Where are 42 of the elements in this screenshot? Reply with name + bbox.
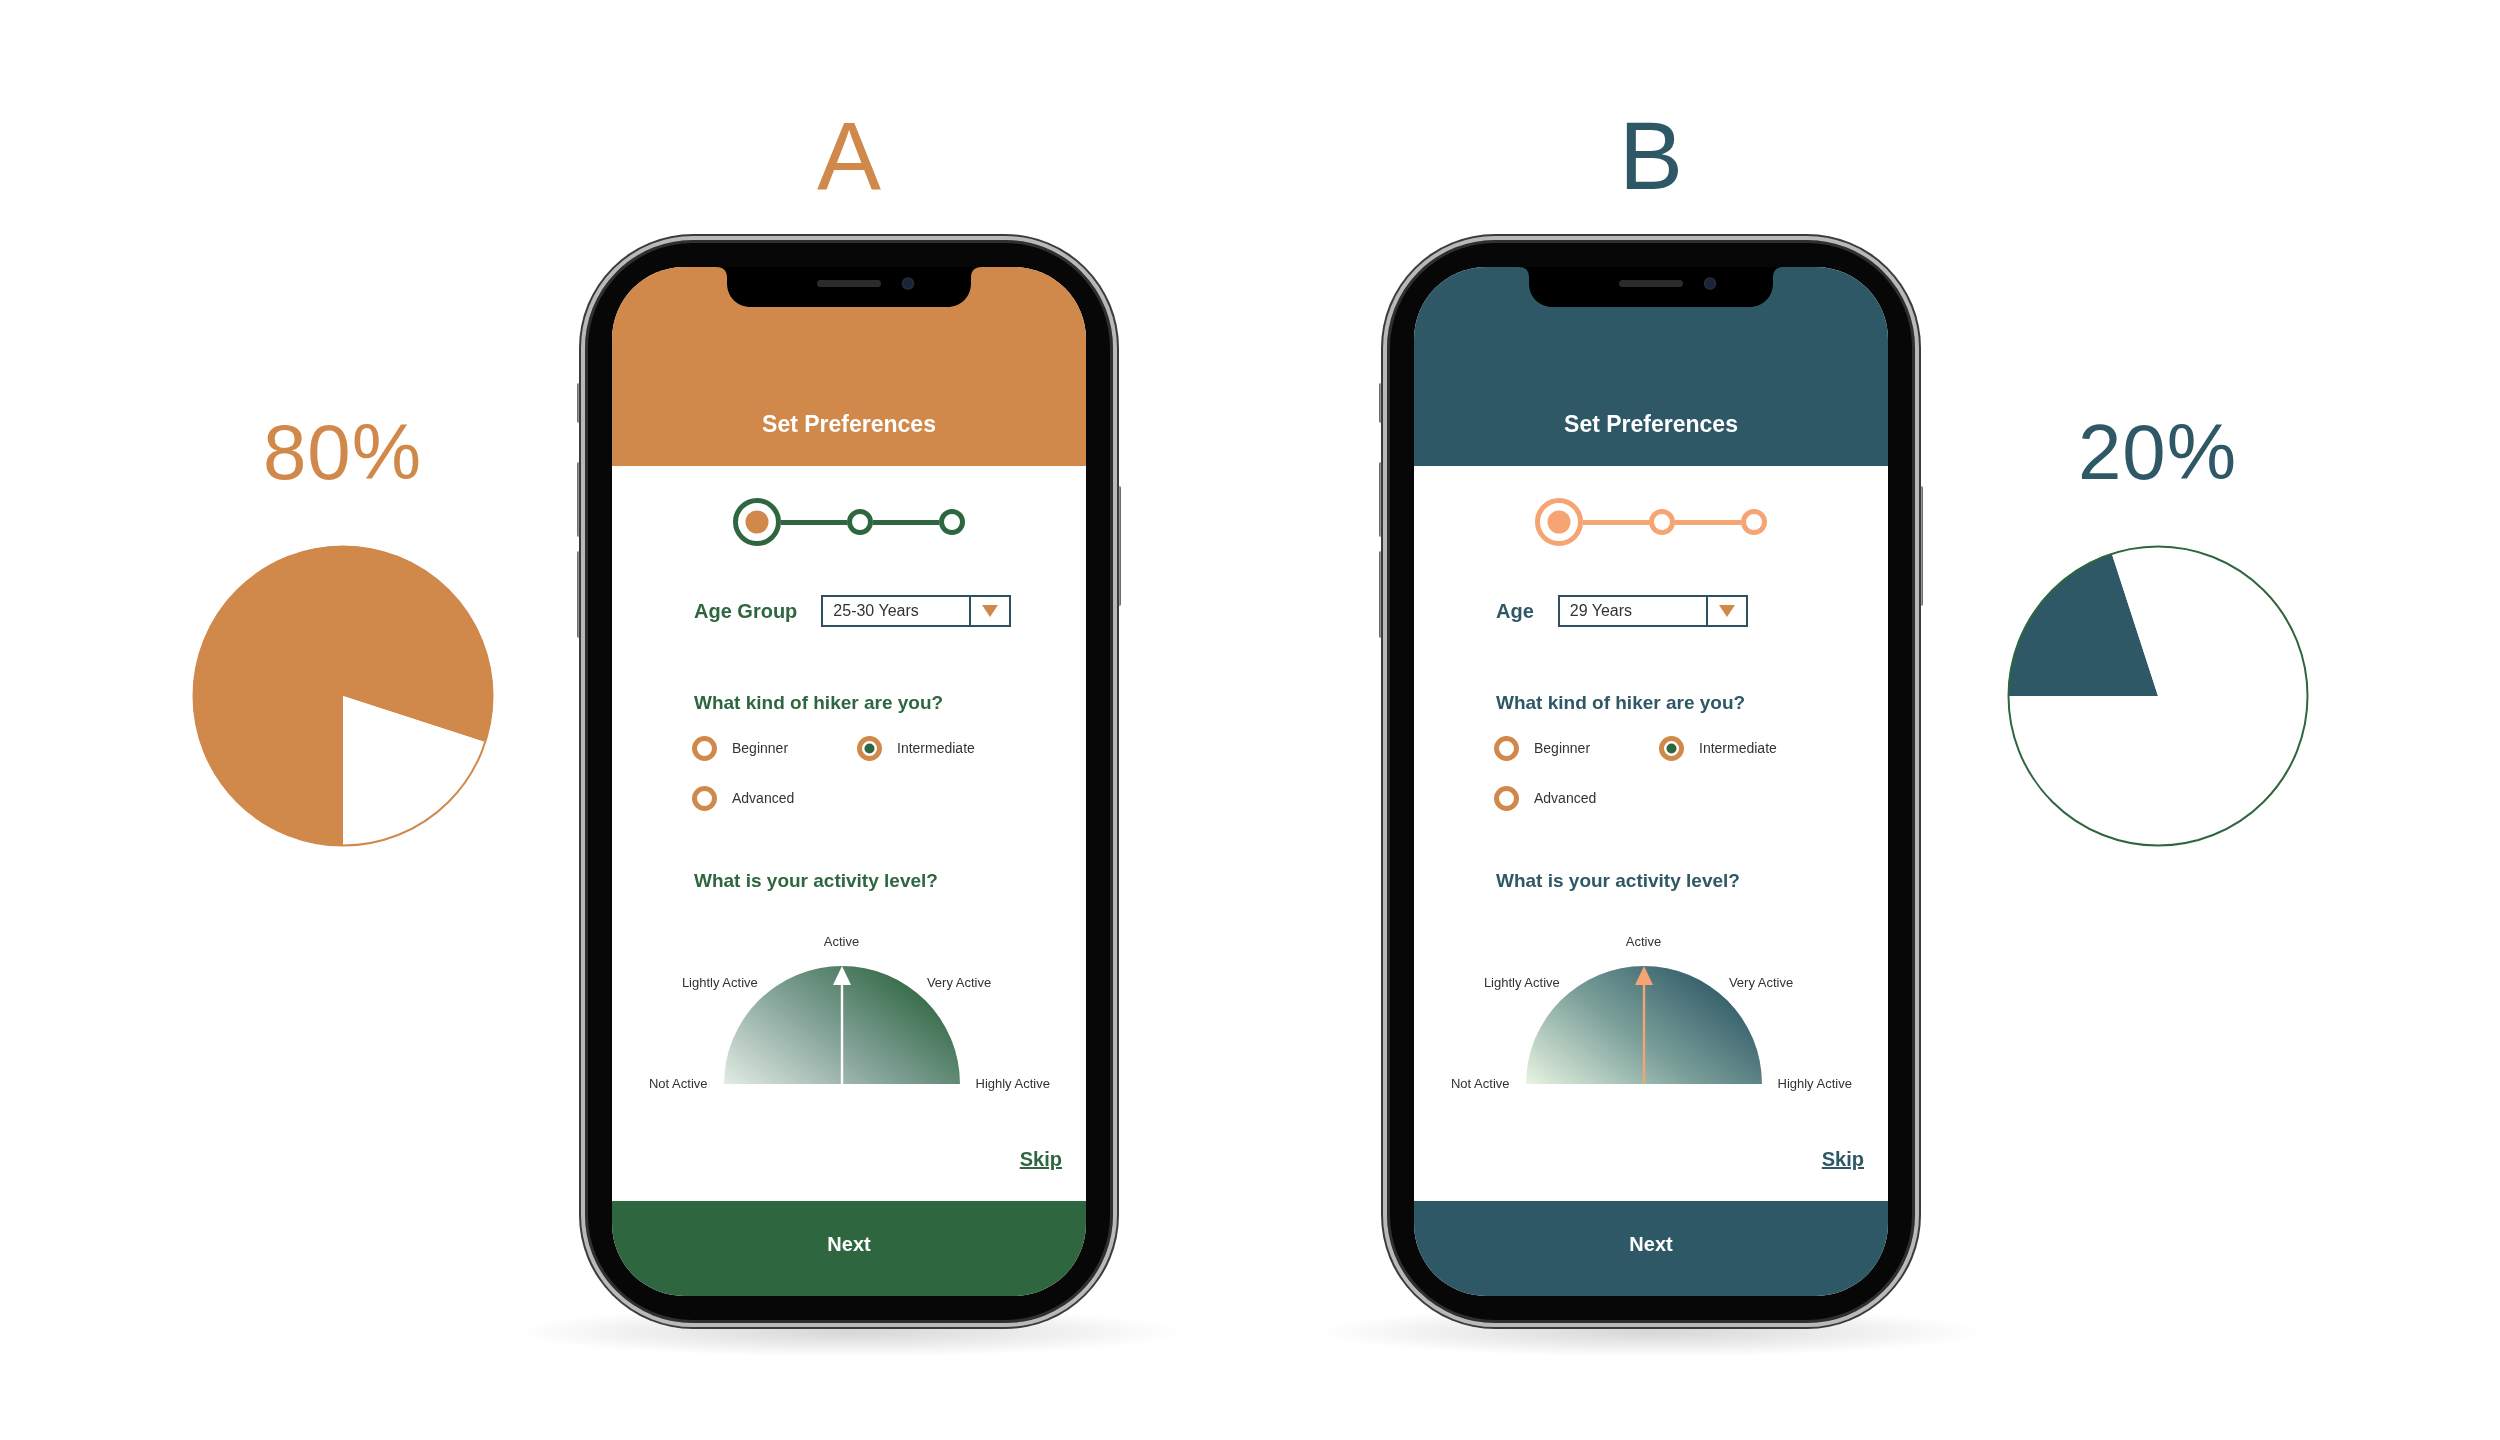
next-button[interactable]: Next bbox=[1414, 1201, 1888, 1296]
gauge-needle[interactable] bbox=[832, 966, 851, 1084]
scale-label: Active bbox=[823, 934, 860, 950]
step-connector bbox=[781, 519, 847, 525]
age-label: Age bbox=[1496, 599, 1534, 623]
scale-label: Highly Active bbox=[975, 1076, 1050, 1092]
radio-option[interactable]: Intermediate bbox=[1659, 733, 1777, 763]
scale-label: Not Active bbox=[1450, 1076, 1510, 1092]
skip-link[interactable]: Skip bbox=[1821, 1147, 1864, 1171]
caret-icon bbox=[1718, 605, 1735, 617]
radio-option[interactable]: Advanced bbox=[692, 783, 795, 813]
step-connector bbox=[873, 519, 939, 525]
radio-option[interactable]: Beginner bbox=[692, 733, 789, 763]
screen-title: Set Preferences bbox=[1564, 411, 1738, 437]
scale-label: Lightly Active bbox=[681, 975, 758, 992]
variant-label: B bbox=[1619, 108, 1683, 204]
step-connector bbox=[1675, 519, 1741, 525]
scale-label: Not Active bbox=[648, 1076, 708, 1092]
age-label: Age Group bbox=[694, 599, 798, 623]
step-connector bbox=[1583, 519, 1649, 525]
radio-option[interactable]: Intermediate bbox=[857, 733, 975, 763]
gauge-needle[interactable] bbox=[1634, 966, 1653, 1084]
scale-label: Lightly Active bbox=[1483, 975, 1560, 992]
caret-icon bbox=[982, 605, 999, 617]
question-text: What is your activity level? bbox=[693, 869, 939, 893]
radio-option[interactable]: Advanced bbox=[1494, 783, 1597, 813]
percentage-label: 20% bbox=[2077, 413, 2238, 491]
radio-option[interactable]: Beginner bbox=[1494, 733, 1591, 763]
scale-label: Very Active bbox=[1728, 975, 1794, 992]
age-dropdown[interactable]: 29 Years bbox=[1557, 595, 1748, 627]
age-dropdown[interactable]: 25-30 Years bbox=[821, 595, 1012, 627]
question-text: What kind of hiker are you? bbox=[1495, 691, 1747, 715]
percentage-label: 80% bbox=[262, 413, 423, 491]
question-text: What is your activity level? bbox=[1495, 869, 1741, 893]
next-button[interactable]: Next bbox=[612, 1201, 1086, 1296]
scale-label: Very Active bbox=[926, 975, 992, 992]
variant-label: A bbox=[817, 108, 881, 204]
scale-label: Active bbox=[1625, 934, 1662, 950]
skip-link[interactable]: Skip bbox=[1019, 1147, 1062, 1171]
screen-title: Set Preferences bbox=[762, 411, 936, 437]
scale-label: Highly Active bbox=[1777, 1076, 1852, 1092]
question-text: What kind of hiker are you? bbox=[693, 691, 945, 715]
